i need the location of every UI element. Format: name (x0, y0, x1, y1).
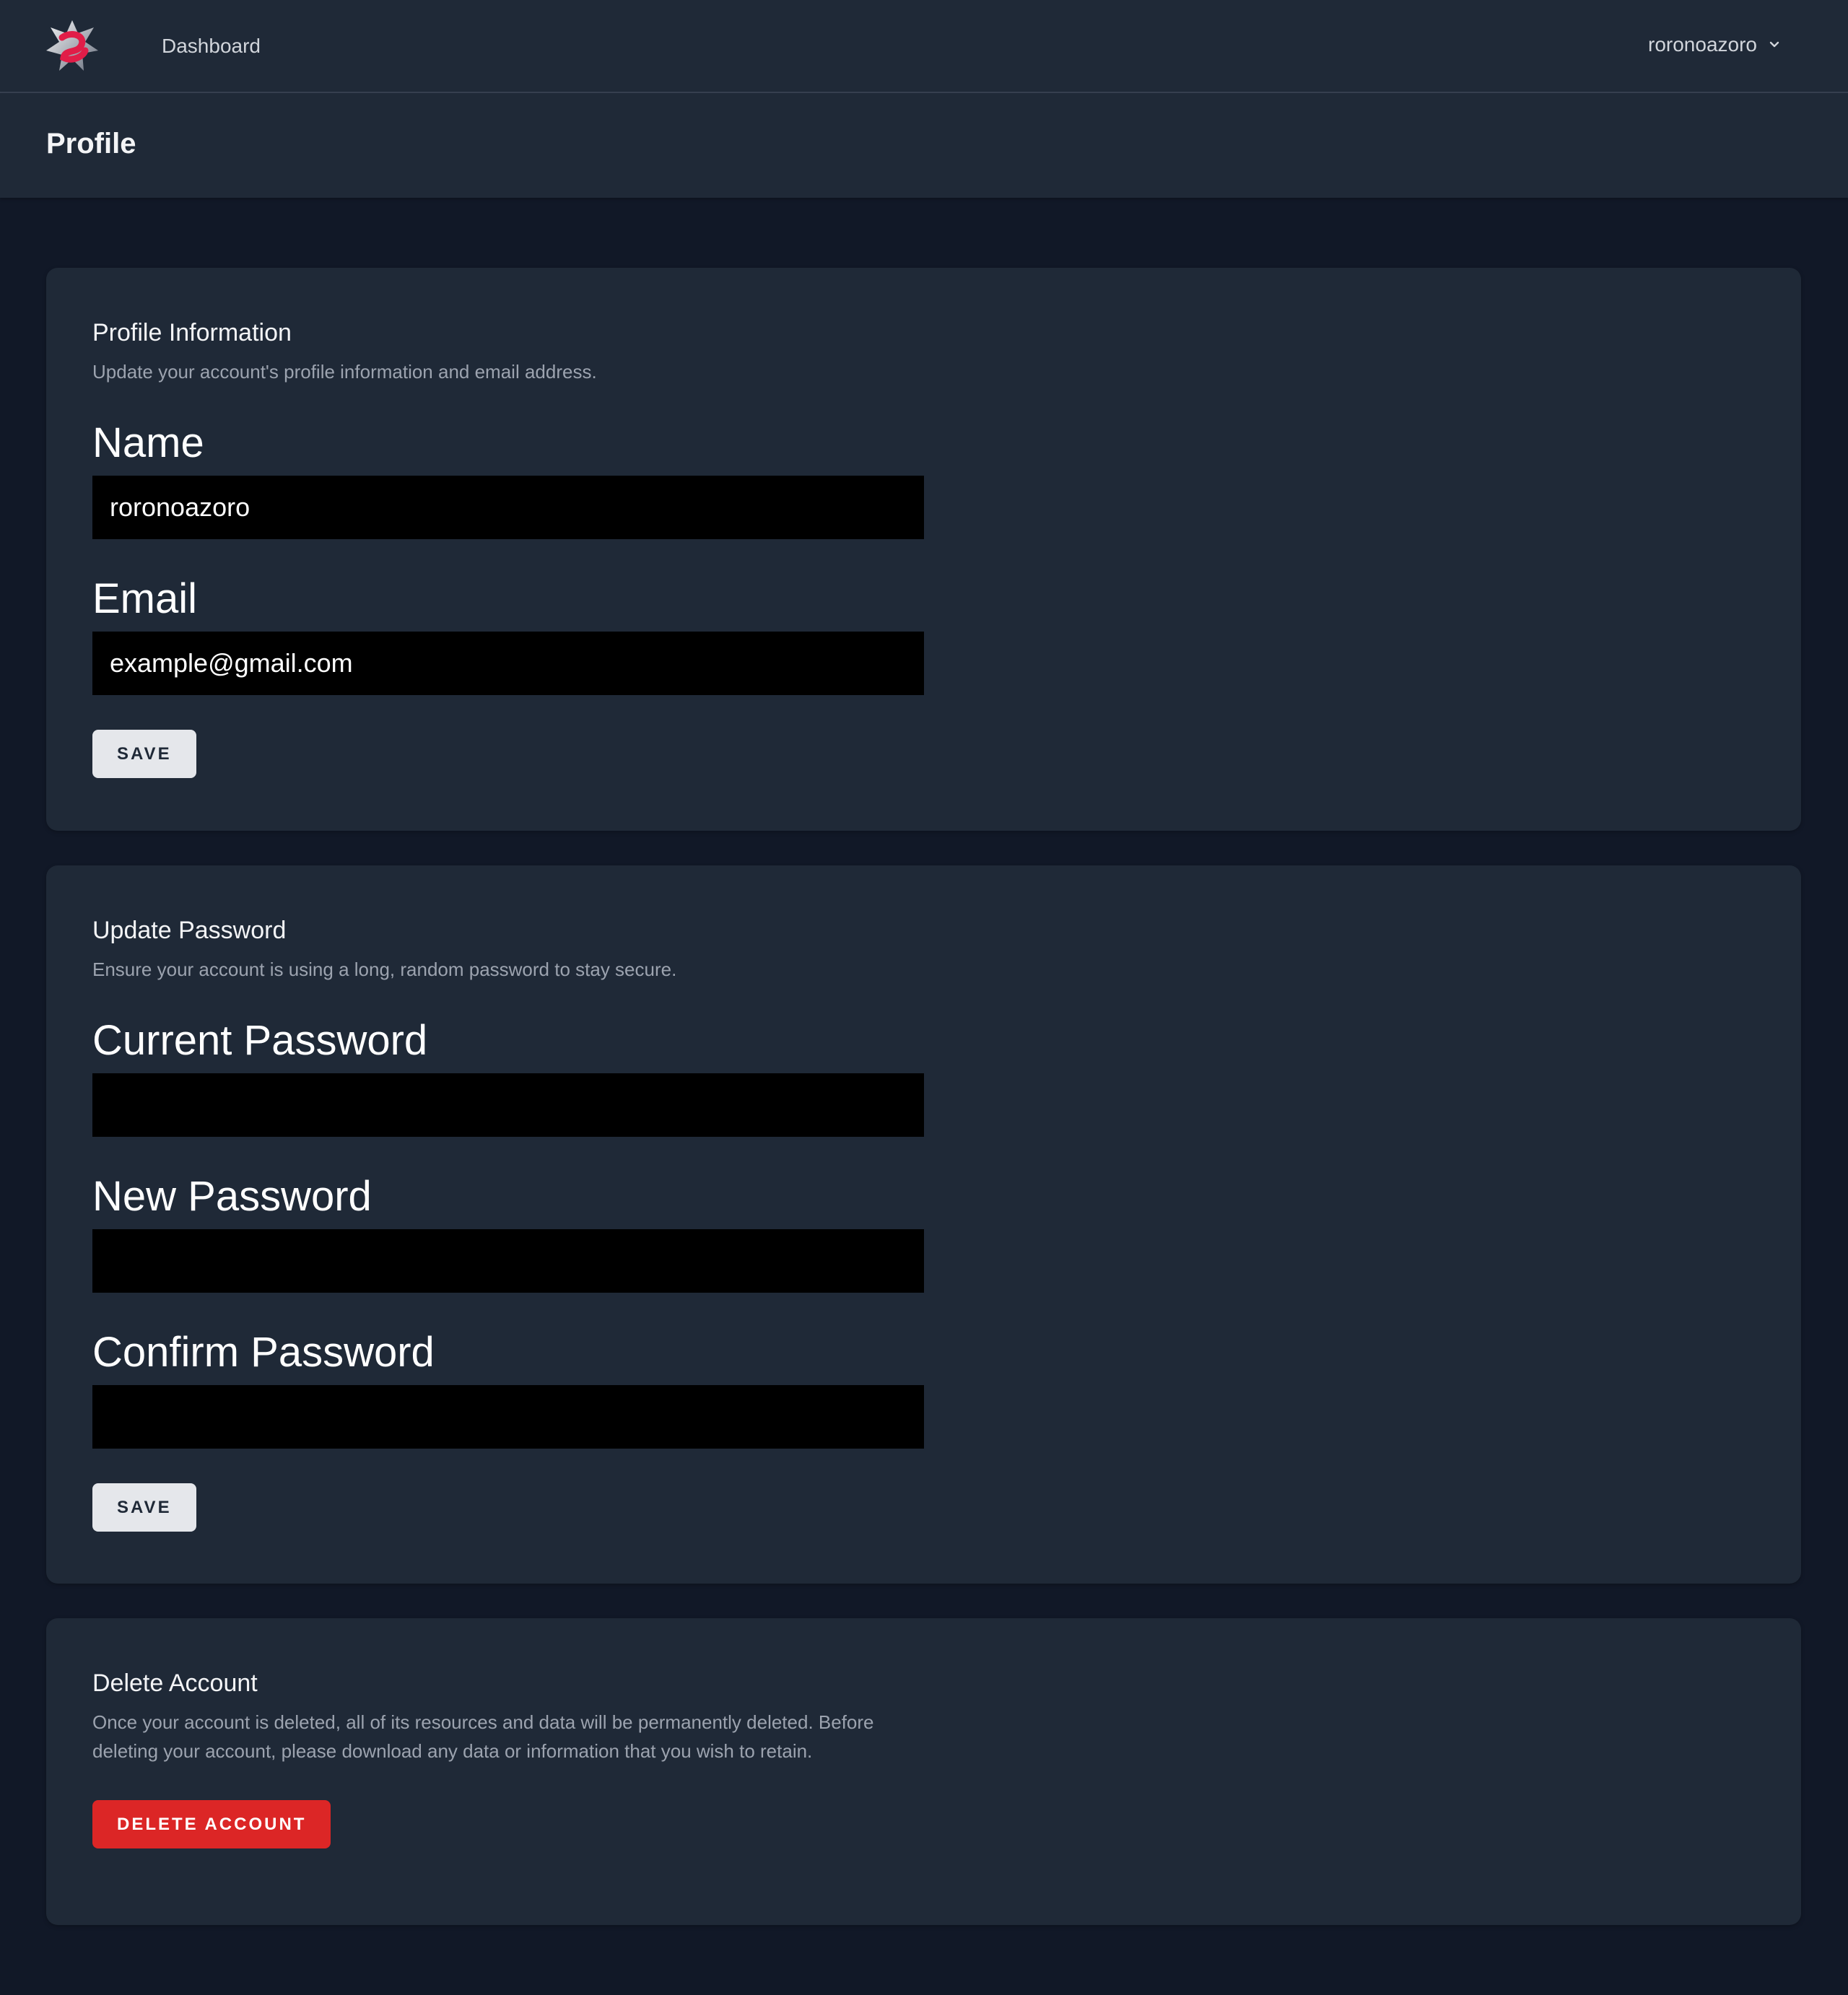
email-label: Email (92, 575, 198, 622)
card-description: Update your account's profile informatio… (92, 361, 597, 383)
name-input[interactable] (92, 476, 924, 539)
name-field-group: Name (92, 418, 1755, 539)
confirm-password-field-group: Confirm Password (92, 1327, 1755, 1449)
current-password-label: Current Password (92, 1017, 428, 1064)
app-logo-icon[interactable] (43, 17, 101, 75)
current-password-field-group: Current Password (92, 1016, 1755, 1137)
save-password-button[interactable]: SAVE (92, 1483, 196, 1532)
profile-information-card: Profile Information Update your account'… (46, 268, 1801, 831)
save-profile-button[interactable]: SAVE (92, 730, 196, 778)
user-name: roronoazoro (1648, 33, 1757, 56)
new-password-field-group: New Password (92, 1171, 1755, 1293)
current-password-input[interactable] (92, 1073, 924, 1137)
delete-account-card: Delete Account Once your account is dele… (46, 1618, 1801, 1925)
user-menu[interactable]: roronoazoro (1648, 33, 1782, 56)
top-nav: Dashboard roronoazoro (0, 0, 1848, 93)
update-password-card: Update Password Ensure your account is u… (46, 865, 1801, 1584)
card-description: Ensure your account is using a long, ran… (92, 959, 677, 980)
email-input[interactable] (92, 632, 924, 695)
nav-link-dashboard[interactable]: Dashboard (162, 35, 261, 58)
card-title: Profile Information (92, 319, 292, 346)
email-field-group: Email (92, 574, 1755, 695)
confirm-password-label: Confirm Password (92, 1329, 435, 1376)
new-password-label: New Password (92, 1173, 372, 1220)
new-password-input[interactable] (92, 1229, 924, 1293)
confirm-password-input[interactable] (92, 1385, 924, 1449)
card-title: Delete Account (92, 1669, 258, 1697)
name-label: Name (92, 419, 204, 466)
page-header: Profile (0, 93, 1848, 198)
delete-account-button[interactable]: DELETE ACCOUNT (92, 1800, 331, 1848)
card-title: Update Password (92, 917, 287, 944)
card-description: Once your account is deleted, all of its… (92, 1711, 874, 1762)
chevron-down-icon (1767, 33, 1782, 56)
page-title: Profile (46, 128, 136, 160)
